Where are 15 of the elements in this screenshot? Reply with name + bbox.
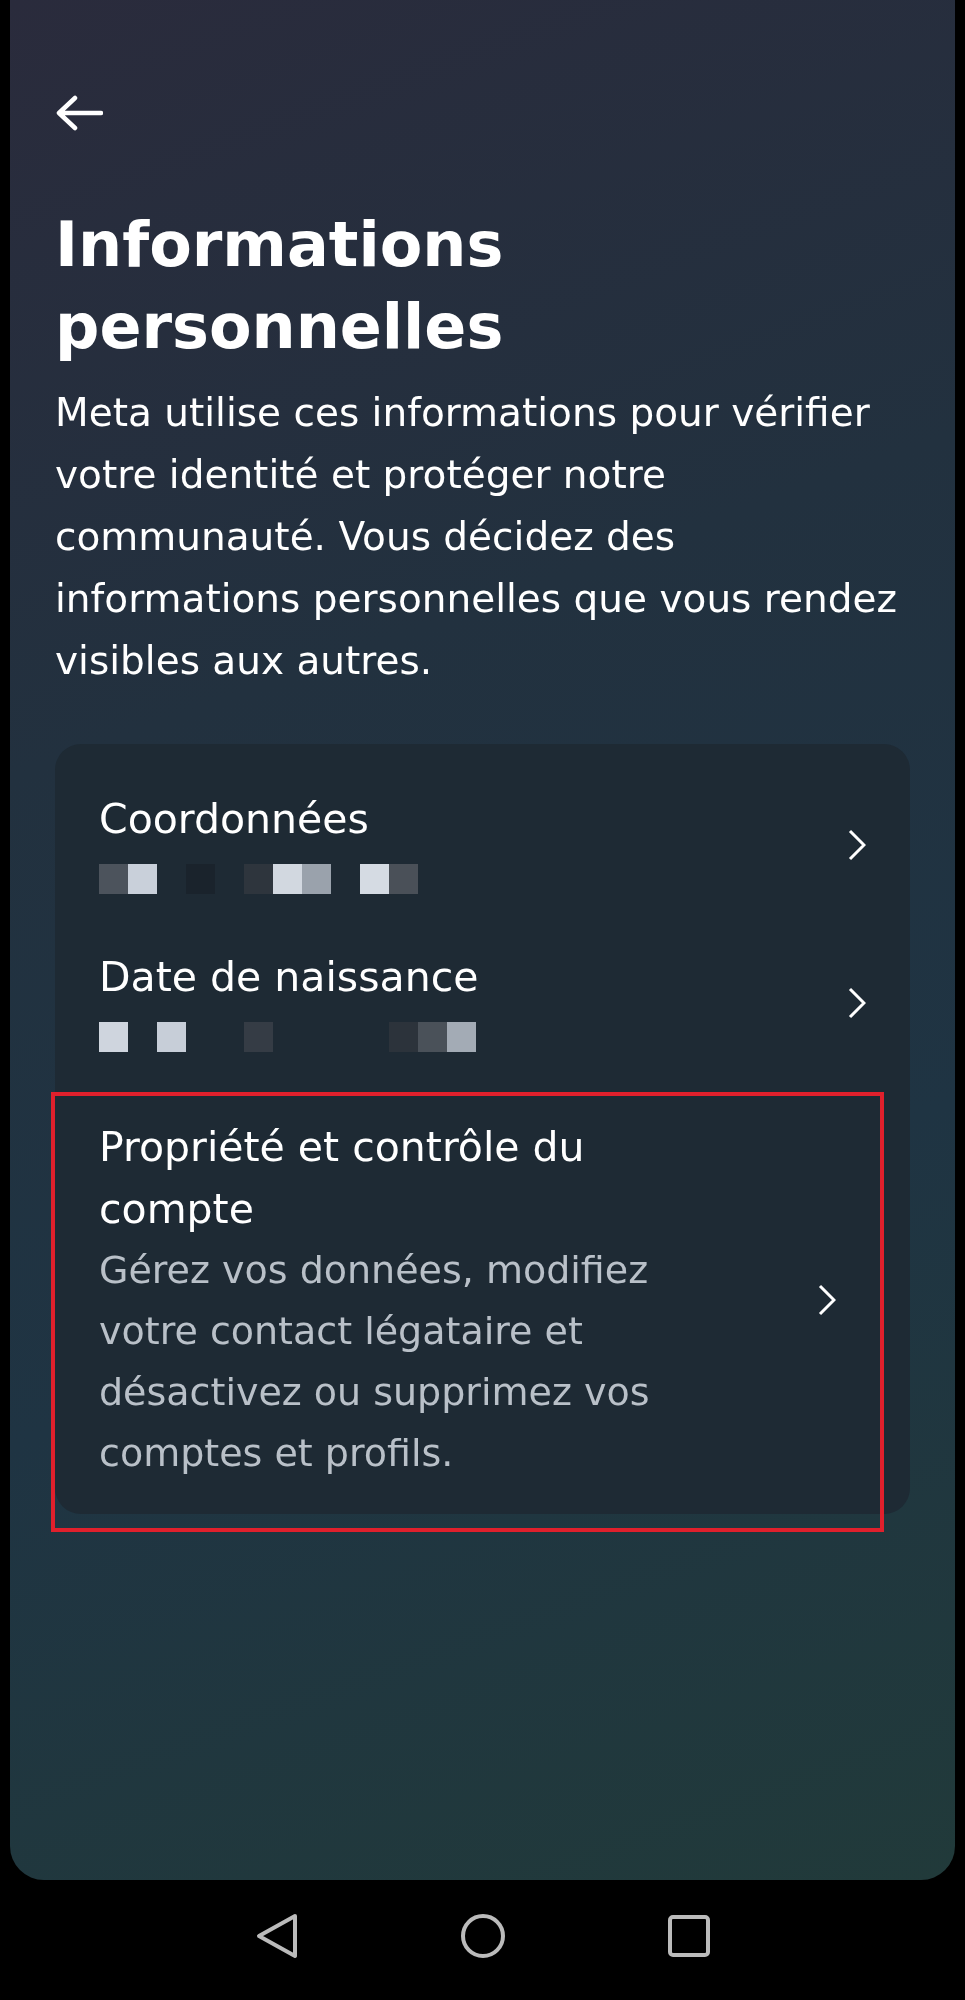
item-description: Gérez vos données, modifiez votre contact légataire et désactivez ou supprimez vos comptes et profils. bbox=[99, 1247, 651, 1477]
item-title: Date de naissance bbox=[99, 952, 480, 1003]
recents-square-icon bbox=[667, 1915, 710, 1957]
home-circle-icon bbox=[459, 1913, 506, 1959]
item-title: Propriété et contrôle du compte bbox=[99, 1122, 586, 1235]
page-title: Informations personnelles bbox=[55, 207, 505, 365]
item-title: Coordonnées bbox=[99, 794, 370, 845]
page-description: Meta utilise ces informations pour vérifier votre identité et protéger notre communauté. Vous décidez des informations personnelles que vous rendez visibles aux autres. bbox=[55, 389, 898, 685]
chevron-right-icon bbox=[848, 829, 866, 861]
settings-item[interactable]: Date de naissance bbox=[55, 926, 910, 1084]
back-triangle-icon bbox=[254, 1913, 299, 1959]
settings-item[interactable]: Propriété et contrôle du compte Gérez vos données, modifiez votre contact légataire et désactivez ou supprimez vos comptes et profils. bbox=[55, 1096, 880, 1508]
settings-item[interactable]: Coordonnées bbox=[55, 768, 910, 926]
chevron-right-icon bbox=[818, 1284, 836, 1316]
chevron-right-icon bbox=[848, 987, 866, 1019]
